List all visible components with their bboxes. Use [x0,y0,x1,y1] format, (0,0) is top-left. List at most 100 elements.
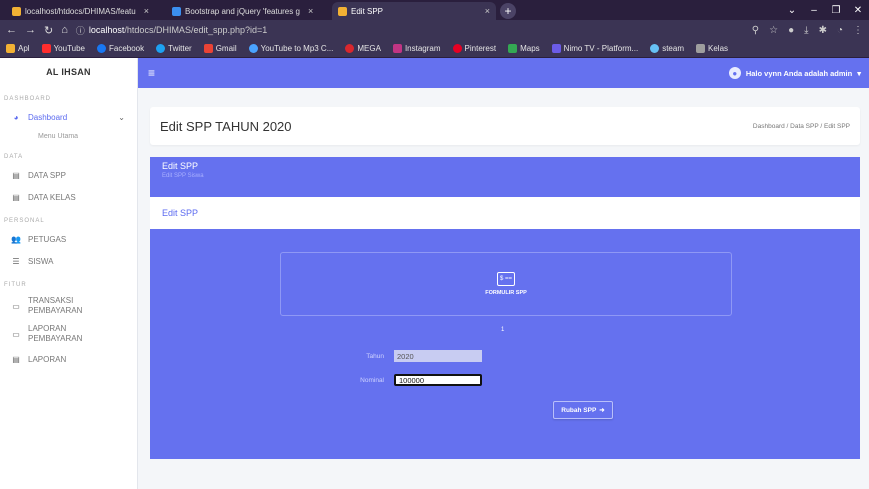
sidebar-item-transaksi[interactable]: ▭ TRANSAKSI PEMBAYARAN [0,292,137,320]
close-window-icon[interactable]: ✕ [847,0,869,20]
bookmark-youtube-mp3[interactable]: YouTube to Mp3 C... [248,44,333,53]
database-icon: ▤ [12,192,20,202]
sidebar-item-label: DATA SPP [28,170,66,180]
database-icon: ▤ [12,170,20,180]
bookmark-apps[interactable]: Apl [6,44,30,53]
band-title: Edit SPP [162,161,199,171]
zoom-icon[interactable]: ⚲ [752,25,759,36]
card-header: Edit SPP [150,197,860,229]
bookmark-mega[interactable]: MEGA [345,44,381,53]
close-tab-icon[interactable]: × [308,6,313,16]
top-navbar: ≡ ● Halo vynn Anda adalah admin ▾ [138,58,869,88]
brand-logo[interactable]: AL IHSAN [0,58,137,86]
address-bar: ← → ↻ ⌂ ⓘ localhost/htdocs/DHIMAS/edit_s… [0,20,869,40]
sidebar-item-label: SISWA [28,256,54,266]
sidebar-item-siswa[interactable]: ☰ SISWA [0,250,137,272]
star-icon[interactable]: ☆ [769,25,778,36]
url-host: localhost [88,25,125,35]
download-icon[interactable]: ⤓ [804,25,808,36]
chevron-down-icon[interactable]: ⌄ [781,0,803,20]
youtube-icon [41,44,51,53]
tab-title: localhost/htdocs/DHIMAS/featu [25,6,136,16]
bookmark-steam[interactable]: steam [650,44,684,53]
tahun-input[interactable]: 2020 [394,350,482,362]
card-header-title: Edit SPP [162,208,199,218]
hamburger-menu-icon[interactable]: ≡ [148,66,155,80]
maps-icon [508,44,518,53]
form-marker: 1 [501,327,505,333]
bookmark-facebook[interactable]: Facebook [97,44,144,53]
tab-title: Edit SPP [351,6,384,16]
section-dashboard: DASHBOARD [4,96,52,102]
facebook-icon [97,44,106,53]
pinterest-icon [452,44,462,53]
sidebar-item-petugas[interactable]: 👥 PETUGAS [0,228,137,250]
window-controls: ⌄ – ❐ ✕ [781,0,869,20]
payment-icon: ▭ [12,329,20,339]
tab-favicon-icon [338,6,347,16]
close-tab-icon[interactable]: × [144,6,149,16]
sidebar-subitem-menu-utama[interactable]: Menu Utama [0,128,137,144]
bookmarks-bar: Apl YouTube Facebook Twitter Gmail YouTu… [0,40,869,58]
back-icon[interactable]: ← [6,24,17,36]
url-field[interactable]: ⓘ localhost/htdocs/DHIMAS/edit_spp.php?i… [76,23,744,38]
nominal-row: Nominal 100000 [350,374,482,386]
users-icon: 👥 [11,234,21,244]
classroom-icon [696,44,705,53]
forward-icon[interactable]: → [25,24,36,36]
reload-icon[interactable]: ↻ [44,24,53,37]
sidebar-item-laporan[interactable]: ▤ LAPORAN [0,348,137,370]
form-panel: $ == FORMULIR SPP 1 Tahun 2020 Nominal 1… [150,229,860,459]
browser-tab-active[interactable]: Edit SPP × [332,2,496,20]
sidebar-item-label: LAPORAN [28,354,67,364]
info-icon[interactable]: ⓘ [76,24,85,37]
rubah-spp-button[interactable]: Rubah SPP ➜ [553,401,613,419]
bookmark-maps[interactable]: Maps [508,44,540,53]
breadcrumb[interactable]: Dashboard / Data SPP / Edit SPP [753,123,850,130]
sidebar-item-data-kelas[interactable]: ▤ DATA KELAS [0,186,137,208]
bookmark-nimo-tv[interactable]: Nimo TV - Platform... [551,44,638,53]
tab-favicon-icon [172,6,181,16]
bookmark-gmail[interactable]: Gmail [203,44,237,53]
bookmark-pinterest[interactable]: Pinterest [452,44,496,53]
sidebar-item-data-spp[interactable]: ▤ DATA SPP [0,164,137,186]
form-title-card: $ == FORMULIR SPP [280,252,732,316]
dashboard-icon: ◕ [13,112,19,122]
user-greeting: Halo vynn Anda adalah admin [745,68,853,78]
avatar: ● [728,67,741,79]
sidebar: AL IHSAN DASHBOARD ◕ Dashboard ⌄ Menu Ut… [0,58,138,489]
nominal-input[interactable]: 100000 [394,374,482,386]
menu-dots-icon[interactable]: ⋮ [853,25,863,36]
bookmark-twitter[interactable]: Twitter [156,44,192,53]
steam-icon [650,44,660,53]
new-tab-icon[interactable]: + [500,3,516,19]
sidebar-item-label: DATA KELAS [28,192,76,202]
band-subtitle: Edit SPP Siswa [162,173,204,179]
user-menu[interactable]: ● Halo vynn Anda adalah admin ▾ [728,67,861,79]
page-title: Edit SPP TAHUN 2020 [160,118,292,134]
puzzle-icon[interactable]: ✱ [819,25,827,36]
tab-title: Bootstrap and jQuery 'features g [185,6,300,16]
gmail-icon [203,44,213,53]
nominal-label: Nominal [360,376,384,384]
close-tab-icon[interactable]: × [485,6,490,16]
home-icon[interactable]: ⌂ [61,24,68,36]
browser-tab-2[interactable]: Bootstrap and jQuery 'features g × [166,2,332,20]
bookmark-youtube[interactable]: YouTube [41,44,85,53]
nimo-icon [551,44,561,53]
apps-grid-icon [6,44,15,53]
bookmark-instagram[interactable]: Instagram [392,44,441,53]
bookmark-kelas[interactable]: Kelas [696,44,728,53]
browser-tab-1[interactable]: localhost/htdocs/DHIMAS/featu × [6,2,166,20]
sidebar-item-dashboard[interactable]: ◕ Dashboard ⌄ [0,106,137,128]
converter-icon [248,44,258,53]
minimize-icon[interactable]: – [803,0,825,20]
address-bar-actions: ⚲ ☆ ● ⤓ ✱ ◔ ⋮ [752,25,863,36]
maximize-icon[interactable]: ❐ [825,0,847,20]
form-title: FORMULIR SPP [485,290,527,296]
sidebar-item-laporan-pembayaran[interactable]: ▭ LAPORAN PEMBAYARAN [0,320,137,348]
section-fitur: FITUR [4,282,27,288]
report-icon: ▤ [12,354,20,364]
profile-icon[interactable]: ◔ [837,25,843,36]
extension-dot-icon[interactable]: ● [788,25,794,36]
